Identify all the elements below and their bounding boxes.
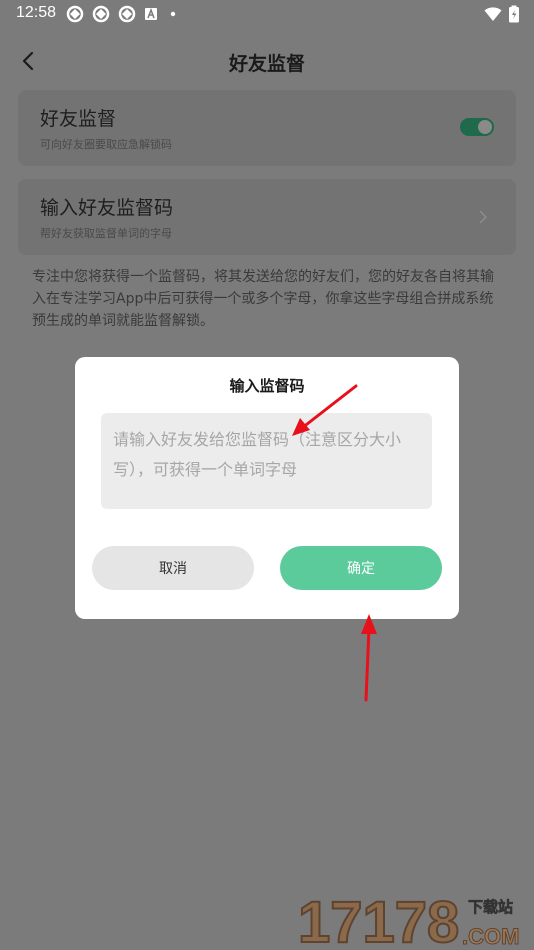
status-right-icons: [484, 5, 520, 23]
enter-code-card[interactable]: 输入好友监督码 帮好友获取监督单词的字母: [18, 179, 516, 255]
sync-icon: [118, 5, 136, 23]
status-time: 12:58: [16, 4, 57, 21]
supervision-toggle[interactable]: [460, 118, 494, 136]
watermark-number: 17178: [298, 890, 459, 950]
chevron-right-icon: [479, 210, 488, 224]
app-header: 好友监督: [0, 40, 534, 84]
supervision-subtitle: 可向好友圈要取应急解锁码: [40, 138, 172, 151]
sync-icon: [92, 5, 110, 23]
cancel-button[interactable]: 取消: [92, 546, 254, 590]
supervision-setting-card: 好友监督 可向好友圈要取应急解锁码: [18, 90, 516, 166]
code-input[interactable]: [101, 413, 432, 509]
notification-icons: [66, 5, 180, 23]
battery-icon: [509, 5, 519, 23]
supervision-description: 专注中您将获得一个监督码，将其发送给您的好友们，您的好友各自将其输入在专注学习A…: [32, 269, 494, 329]
supervision-title: 好友监督: [40, 108, 117, 130]
site-watermark: 17178 下载站 .COM: [297, 886, 528, 950]
arrow-to-confirm: [361, 614, 377, 702]
watermark-sub-bottom: .COM: [462, 924, 519, 949]
toggle-knob: [478, 120, 492, 134]
status-bar: 12:58: [0, 0, 534, 28]
dot-icon: [170, 11, 176, 17]
sync-icon: [66, 5, 84, 23]
wifi-icon: [484, 7, 502, 21]
enter-code-subtitle: 帮好友获取监督单词的字母: [40, 227, 172, 240]
enter-code-title: 输入好友监督码: [40, 197, 174, 219]
a-icon: [145, 7, 157, 20]
enter-code-dialog: 输入监督码 取消 确定: [75, 357, 459, 619]
watermark-sub-top: 下载站: [468, 898, 513, 916]
confirm-button[interactable]: 确定: [280, 546, 442, 590]
page-title: 好友监督: [228, 53, 305, 75]
dialog-title: 输入监督码: [229, 377, 305, 395]
